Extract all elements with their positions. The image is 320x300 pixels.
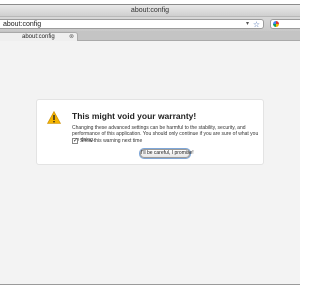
- url-text[interactable]: about:config: [3, 20, 41, 29]
- tab-strip: about:config ⊗: [0, 31, 300, 41]
- tab-label[interactable]: about:config: [22, 33, 55, 41]
- promise-button[interactable]: I'll be careful, I promise!: [140, 149, 194, 158]
- window-title: about:config: [130, 7, 170, 14]
- warning-title: This might void your warranty!: [72, 111, 197, 121]
- google-icon[interactable]: [273, 21, 279, 27]
- warning-icon: [47, 111, 61, 124]
- desktop: about:config about:config ▾ ☆ about:conf…: [0, 0, 300, 300]
- url-bar[interactable]: about:config ▾ ☆: [0, 19, 264, 29]
- page-content: This might void your warranty! Changing …: [0, 41, 300, 284]
- show-warning-label[interactable]: Show this warning next time: [80, 138, 142, 144]
- tab-about-config[interactable]: about:config ⊗: [0, 32, 78, 41]
- search-input[interactable]: [270, 19, 300, 29]
- browser-window: about:config about:config ▾ ☆ about:conf…: [0, 4, 300, 285]
- show-warning-checkbox[interactable]: ✓: [72, 138, 78, 144]
- warning-panel: This might void your warranty! Changing …: [36, 99, 264, 165]
- close-icon[interactable]: ⊗: [69, 33, 74, 41]
- dropdown-arrow-icon[interactable]: ▾: [246, 20, 249, 29]
- title-bar: about:config: [0, 5, 300, 17]
- checkmark-icon: ✓: [73, 138, 79, 144]
- star-icon[interactable]: ☆: [253, 20, 260, 29]
- navigation-toolbar: about:config ▾ ☆: [0, 17, 300, 31]
